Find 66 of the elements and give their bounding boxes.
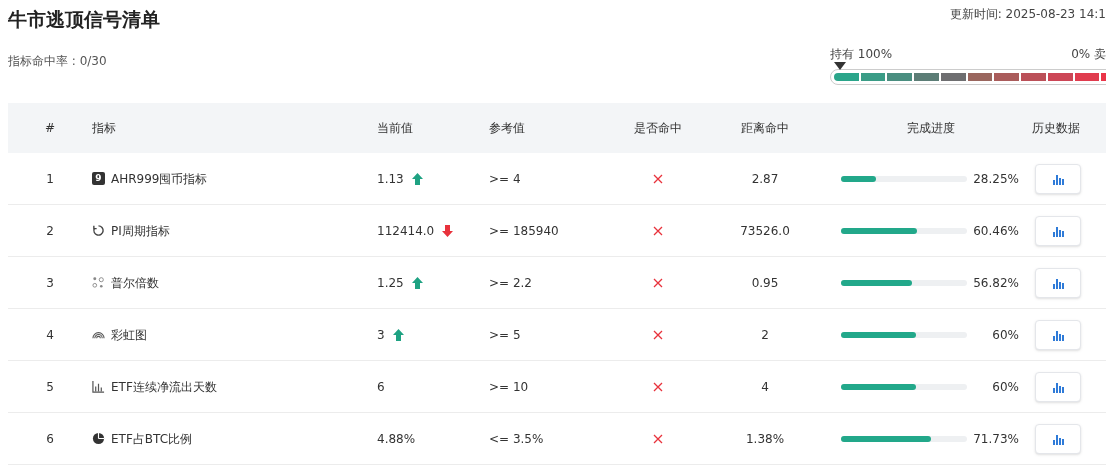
reference-value: <= 3.5%: [489, 430, 545, 448]
row-number: 6: [45, 430, 55, 448]
history-button[interactable]: [1035, 267, 1081, 298]
row-number: 2: [45, 222, 55, 240]
indicator-name: 普尔倍数: [111, 274, 159, 292]
reference-value: >= 10: [489, 378, 530, 396]
progress-percent: 56.82%: [972, 274, 1019, 292]
column-header: #: [43, 120, 57, 137]
current-value: 1.13: [377, 170, 404, 188]
history-button[interactable]: [1035, 215, 1081, 246]
distance-value: 4: [760, 378, 770, 396]
bar-chart-icon: [1052, 380, 1064, 393]
column-header: 是否命中: [633, 120, 683, 137]
progress-percent: 60%: [991, 378, 1019, 396]
page-title: 牛市逃顶信号清单: [8, 7, 160, 32]
hold-label: 持有 100%: [830, 46, 893, 63]
reference-value: >= 5: [489, 326, 522, 344]
reference-value: >= 4: [489, 170, 522, 188]
update-time: 更新时间: 2025-08-23 14:1: [949, 6, 1106, 23]
bar-chart-icon: [1052, 172, 1064, 185]
indicator-name: PI周期指标: [111, 222, 170, 240]
distance-value: 2.87: [750, 170, 780, 188]
column-header: 距离命中: [740, 120, 790, 137]
progress-percent: 60.46%: [972, 222, 1019, 240]
row-number: 1: [45, 170, 55, 188]
row-number: 5: [45, 378, 55, 396]
progress-percent: 71.73%: [972, 430, 1019, 448]
current-value: 3: [377, 326, 385, 344]
history-button[interactable]: [1035, 371, 1081, 402]
history-button[interactable]: [1035, 163, 1081, 194]
sell-label: 0% 卖: [1071, 46, 1106, 63]
column-header: 当前值: [377, 120, 414, 137]
bar-chart-icon: [1052, 276, 1064, 289]
distance-value: 73526.0: [739, 222, 791, 240]
cycle-icon: [92, 224, 105, 237]
current-value: 1.25: [377, 274, 404, 292]
hit-rate-text: 指标命中率 : 0/30: [8, 53, 108, 70]
bar-chart-icon: [1052, 328, 1064, 341]
number-badge-icon: 9: [92, 172, 105, 185]
row-number: 4: [45, 326, 55, 344]
indicator-name: AHR999囤币指标: [111, 170, 208, 188]
current-value: 112414.0: [377, 222, 435, 240]
column-header: 参考值: [489, 120, 526, 137]
history-button[interactable]: [1035, 423, 1081, 454]
distance-value: 0.95: [750, 274, 780, 292]
bar-chart-icon: [92, 380, 105, 393]
indicator-name: ETF占BTC比例: [111, 430, 193, 448]
dots-icon: [92, 276, 105, 289]
reference-value: >= 185940: [489, 222, 560, 240]
progress-percent: 28.25%: [972, 170, 1019, 188]
indicator-name: ETF连续净流出天数: [111, 378, 217, 396]
current-value: 4.88%: [377, 430, 416, 448]
history-button[interactable]: [1035, 319, 1081, 350]
indicator-name: 彩虹图: [111, 326, 147, 344]
reference-value: >= 2.2: [489, 274, 533, 292]
column-header: 完成进度: [906, 120, 956, 137]
progress-percent: 60%: [991, 326, 1019, 344]
row-number: 3: [45, 274, 55, 292]
pie-chart-icon: [92, 432, 105, 445]
column-header: 历史数据: [1030, 120, 1081, 137]
bar-chart-icon: [1052, 224, 1064, 237]
distance-value: 2: [760, 326, 770, 344]
column-header: 指标: [92, 120, 117, 137]
bar-chart-icon: [1052, 432, 1064, 445]
distance-value: 1.38%: [744, 430, 786, 448]
current-value: 6: [377, 378, 385, 396]
